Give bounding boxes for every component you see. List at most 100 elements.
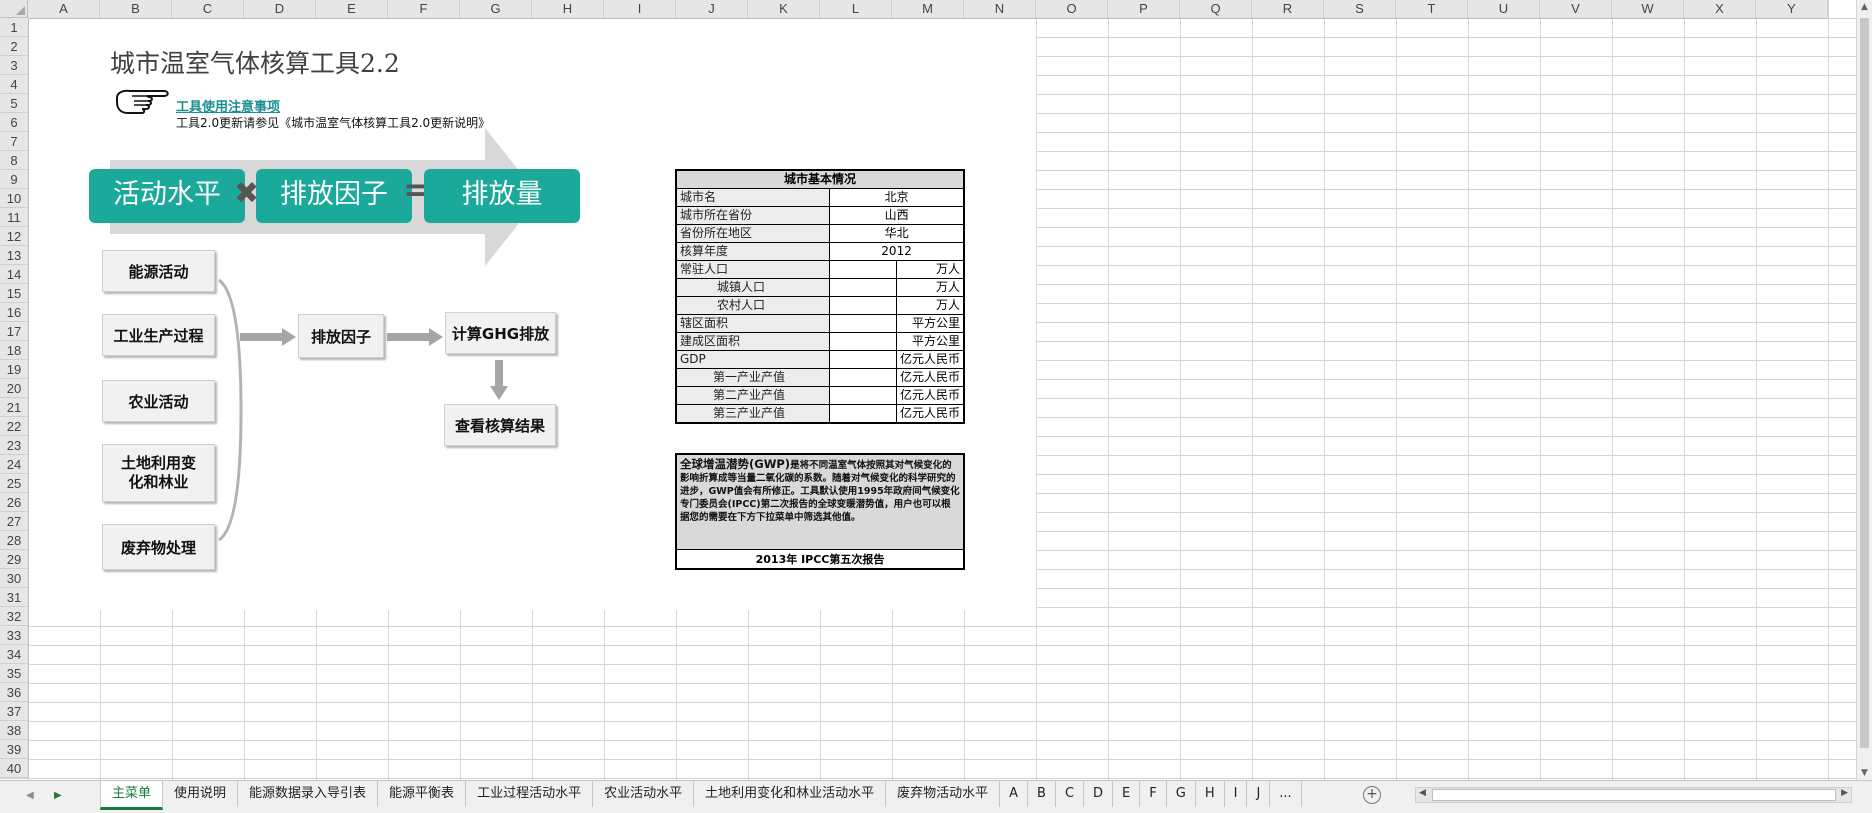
sheet-tab[interactable]: 土地利用变化和林业活动水平 (694, 781, 887, 807)
city-info-value[interactable] (829, 386, 897, 405)
sheet-tab[interactable]: I (1225, 781, 1248, 807)
usage-notice-link[interactable]: 工具使用注意事项 (176, 96, 280, 115)
sheet-tab[interactable]: C (1056, 781, 1085, 807)
row-header[interactable]: 9 (0, 170, 28, 189)
sheet-tab[interactable]: H (1196, 781, 1225, 807)
column-header[interactable]: H (532, 0, 604, 18)
city-info-value[interactable]: 山西 (829, 206, 965, 225)
row-header[interactable]: 17 (0, 322, 28, 341)
column-header[interactable]: C (172, 0, 244, 18)
row-header[interactable]: 5 (0, 94, 28, 113)
scroll-down-icon[interactable]: ▼ (1861, 768, 1868, 778)
sheet-tab[interactable]: E (1113, 781, 1141, 807)
sheet-tab[interactable]: 能源数据录入导引表 (238, 781, 379, 807)
row-header[interactable]: 30 (0, 569, 28, 588)
row-header[interactable]: 3 (0, 56, 28, 75)
sheet-tab[interactable]: ... (1270, 781, 1302, 807)
row-header[interactable]: 27 (0, 512, 28, 531)
row-header[interactable]: 10 (0, 189, 28, 208)
add-sheet-icon[interactable]: + (1363, 786, 1381, 804)
column-header[interactable]: M (892, 0, 964, 18)
city-info-value[interactable] (829, 260, 897, 279)
landuse-forestry-button[interactable]: 土地利用变化和林业 (102, 444, 215, 502)
row-header[interactable]: 8 (0, 151, 28, 170)
column-header[interactable]: O (1036, 0, 1108, 18)
column-header[interactable]: F (388, 0, 460, 18)
column-header[interactable]: T (1396, 0, 1468, 18)
column-header[interactable]: P (1108, 0, 1180, 18)
city-info-value[interactable]: 华北 (829, 224, 965, 243)
city-info-value[interactable]: 2012 (829, 242, 965, 261)
city-info-value[interactable] (829, 332, 897, 351)
row-header[interactable]: 21 (0, 398, 28, 417)
row-header[interactable]: 35 (0, 664, 28, 683)
column-header[interactable]: A (28, 0, 100, 18)
row-header[interactable]: 26 (0, 493, 28, 512)
column-header[interactable]: V (1540, 0, 1612, 18)
scroll-left-icon[interactable]: ◀ (1419, 788, 1426, 798)
column-header[interactable]: I (604, 0, 676, 18)
scroll-up-icon[interactable]: ▲ (1861, 2, 1868, 12)
city-info-value[interactable] (829, 350, 897, 369)
column-header[interactable]: Q (1180, 0, 1252, 18)
select-all-corner[interactable] (0, 0, 28, 18)
row-header[interactable]: 38 (0, 721, 28, 740)
sheet-tab[interactable]: B (1028, 781, 1056, 807)
sheet-tab[interactable]: 废弃物活动水平 (886, 781, 1001, 807)
row-header[interactable]: 6 (0, 113, 28, 132)
row-headers[interactable]: 1 2 3 4 5 6 7 8 9 10 11 12 13 14 15 16 17 18 19 20 21 22 23 24 2… (0, 18, 29, 778)
city-info-value[interactable] (829, 404, 897, 424)
sheet-tab[interactable]: 工业过程活动水平 (466, 781, 594, 807)
row-header[interactable]: 37 (0, 702, 28, 721)
row-header[interactable]: 23 (0, 436, 28, 455)
row-header[interactable]: 36 (0, 683, 28, 702)
column-header[interactable]: R (1252, 0, 1324, 18)
vertical-scroll-thumb[interactable] (1860, 18, 1869, 748)
row-header[interactable]: 15 (0, 284, 28, 303)
sheet-tab[interactable]: G (1167, 781, 1196, 807)
column-header[interactable]: G (460, 0, 532, 18)
row-header[interactable]: 32 (0, 607, 28, 626)
column-header[interactable]: U (1468, 0, 1540, 18)
column-header[interactable]: K (748, 0, 820, 18)
row-header[interactable]: 18 (0, 341, 28, 360)
row-header[interactable]: 2 (0, 37, 28, 56)
row-header[interactable]: 33 (0, 626, 28, 645)
row-header[interactable]: 14 (0, 265, 28, 284)
column-header[interactable]: Y (1756, 0, 1828, 18)
row-header[interactable]: 7 (0, 132, 28, 151)
agriculture-activity-button[interactable]: 农业活动 (102, 380, 215, 422)
city-info-value[interactable]: 北京 (829, 188, 965, 207)
row-header[interactable]: 1 (0, 18, 28, 37)
energy-activity-button[interactable]: 能源活动 (102, 250, 215, 292)
row-header[interactable]: 31 (0, 588, 28, 607)
row-header[interactable]: 19 (0, 360, 28, 379)
row-header[interactable]: 40 (0, 759, 28, 778)
sheet-tab[interactable]: D (1084, 781, 1114, 807)
sheet-tab[interactable]: J (1247, 781, 1271, 807)
calculate-ghg-button[interactable]: 计算GHG排放 (445, 312, 556, 354)
sheet-tab[interactable]: F (1140, 781, 1167, 807)
city-info-value[interactable] (829, 278, 897, 297)
column-header[interactable]: J (676, 0, 748, 18)
tab-prev-icon[interactable]: ◀ (26, 790, 34, 801)
scroll-right-icon[interactable]: ▶ (1841, 788, 1848, 798)
vertical-scrollbar[interactable]: ▲ ▼ (1856, 0, 1872, 780)
industrial-process-button[interactable]: 工业生产过程 (102, 314, 215, 356)
sheet-tab[interactable]: 农业活动水平 (593, 781, 695, 807)
row-header[interactable]: 28 (0, 531, 28, 550)
waste-treatment-button[interactable]: 废弃物处理 (102, 524, 215, 570)
row-header[interactable]: 4 (0, 75, 28, 94)
row-header[interactable]: 13 (0, 246, 28, 265)
row-header[interactable]: 34 (0, 645, 28, 664)
column-header[interactable]: S (1324, 0, 1396, 18)
activity-level-box[interactable]: 活动水平 (89, 169, 245, 223)
tab-next-icon[interactable]: ▶ (54, 790, 62, 801)
sheet-tab[interactable]: 能源平衡表 (378, 781, 467, 807)
city-info-value[interactable] (829, 314, 897, 333)
column-header[interactable]: D (244, 0, 316, 18)
row-header[interactable]: 29 (0, 550, 28, 569)
emission-factor-button[interactable]: 排放因子 (298, 314, 384, 358)
view-results-button[interactable]: 查看核算结果 (444, 404, 556, 446)
sheet-tab[interactable]: A (1000, 781, 1029, 807)
